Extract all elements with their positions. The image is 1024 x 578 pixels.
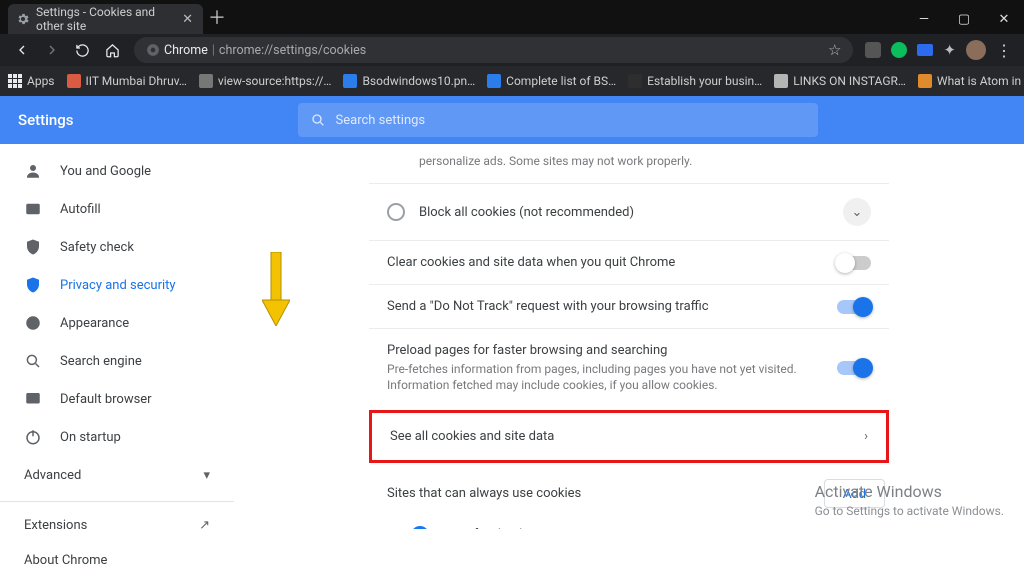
facebook-icon: f <box>411 526 429 529</box>
profile-avatar[interactable] <box>966 40 986 60</box>
close-window-button[interactable]: ✕ <box>984 4 1024 34</box>
settings-content[interactable]: personalize ads. Some sites may not work… <box>234 144 1024 529</box>
sidebar-item-search-engine[interactable]: Search engine <box>0 342 234 380</box>
chevron-down-icon: ⌄ <box>852 205 863 220</box>
omnibox-path: chrome://settings/cookies <box>219 43 366 58</box>
power-icon <box>24 428 42 446</box>
sidebar-item-appearance[interactable]: Appearance <box>0 304 234 342</box>
shield-icon <box>24 276 42 294</box>
extension-icon[interactable] <box>891 42 907 58</box>
bookmark-item[interactable]: LINKS ON INSTAGR… <box>774 74 906 88</box>
bookmark-item[interactable]: Establish your busin… <box>628 74 762 88</box>
windows-watermark: Activate Windows Go to Settings to activ… <box>815 481 1004 519</box>
favicon-icon <box>343 74 357 88</box>
option-subtitle: personalize ads. Some sites may not work… <box>419 153 871 169</box>
sidebar-about-chrome[interactable]: About Chrome <box>0 543 234 578</box>
home-button[interactable] <box>98 36 126 64</box>
settings-sidebar: You and Google Autofill Safety check Pri… <box>0 144 234 529</box>
reload-button[interactable] <box>68 36 96 64</box>
sidebar-item-privacy-security[interactable]: Privacy and security <box>0 266 234 304</box>
close-icon[interactable]: ✕ <box>182 13 193 26</box>
bookmark-item[interactable]: Bsodwindows10.pn… <box>343 74 475 88</box>
kebab-menu-icon[interactable]: ⋮ <box>996 41 1012 60</box>
preload-pages-row[interactable]: Preload pages for faster browsing and se… <box>369 329 889 407</box>
search-icon <box>310 112 326 128</box>
sidebar-extensions[interactable]: Extensions ↗ <box>0 508 234 543</box>
gear-icon <box>16 12 30 26</box>
browser-tab[interactable]: Settings - Cookies and other site ✕ <box>8 4 203 34</box>
sidebar-item-default-browser[interactable]: Default browser <box>0 380 234 418</box>
favicon-icon <box>199 74 213 88</box>
sidebar-item-you-and-google[interactable]: You and Google <box>0 152 234 190</box>
palette-icon <box>24 314 42 332</box>
favicon-icon <box>67 74 81 88</box>
favicon-icon <box>918 74 932 88</box>
see-all-cookies-link[interactable]: See all cookies and site data › <box>369 410 889 463</box>
chrome-icon <box>146 43 160 57</box>
bookmarks-bar: Apps IIT Mumbai Dhruv… view-source:https… <box>0 66 1024 96</box>
radio-icon[interactable] <box>387 203 405 221</box>
favicon-icon <box>774 74 788 88</box>
favicon-icon <box>487 74 501 88</box>
toggle-switch[interactable] <box>837 361 871 375</box>
minimize-button[interactable]: — <box>904 4 944 34</box>
sidebar-item-autofill[interactable]: Autofill <box>0 190 234 228</box>
toggle-switch[interactable] <box>837 256 871 270</box>
maximize-button[interactable]: ▢ <box>944 4 984 34</box>
page-title: Settings <box>18 111 74 129</box>
extension-icon[interactable] <box>865 42 881 58</box>
sidebar-item-safety-check[interactable]: Safety check <box>0 228 234 266</box>
divider <box>0 501 234 502</box>
allow-sites-section: Sites that can always use cookies Add <box>369 465 889 516</box>
clear-on-quit-row[interactable]: Clear cookies and site data when you qui… <box>369 241 889 285</box>
browser-icon <box>24 390 42 408</box>
sidebar-advanced[interactable]: Advanced ▾ <box>0 456 234 495</box>
apps-shortcut[interactable]: Apps <box>8 74 55 88</box>
sidebar-item-on-startup[interactable]: On startup <box>0 418 234 456</box>
favicon-icon <box>628 74 642 88</box>
settings-appbar: Settings Search settings <box>0 96 1024 144</box>
extensions-menu-icon[interactable]: ✦ <box>943 41 956 59</box>
person-icon <box>24 162 42 180</box>
block-all-cookies-option[interactable]: Block all cookies (not recommended) ⌄ <box>369 184 889 241</box>
settings-search[interactable]: Search settings <box>298 103 818 137</box>
back-button[interactable] <box>8 36 36 64</box>
omnibox[interactable]: Chrome | chrome://settings/cookies ☆ <box>134 37 853 63</box>
expand-button[interactable]: ⌄ <box>843 198 871 226</box>
bookmark-item[interactable]: What is Atom in W… <box>918 74 1024 88</box>
search-icon <box>24 352 42 370</box>
open-external-icon: ↗ <box>199 518 210 533</box>
search-placeholder: Search settings <box>336 113 426 128</box>
omnibox-origin: Chrome <box>164 43 208 58</box>
extension-icon[interactable] <box>917 44 933 56</box>
browser-toolbar: Chrome | chrome://settings/cookies ☆ ✦ ⋮ <box>0 34 1024 66</box>
do-not-track-row[interactable]: Send a "Do Not Track" request with your … <box>369 285 889 329</box>
bookmark-item[interactable]: view-source:https://… <box>199 74 332 88</box>
titlebar: Settings - Cookies and other site ✕ ＋ — … <box>0 0 1024 34</box>
toggle-switch[interactable] <box>837 300 871 314</box>
bookmark-item[interactable]: IIT Mumbai Dhruv… <box>67 74 187 88</box>
chevron-down-icon: ▾ <box>203 468 210 483</box>
forward-button[interactable] <box>38 36 66 64</box>
shield-check-icon <box>24 238 42 256</box>
star-icon[interactable]: ☆ <box>828 41 841 59</box>
chevron-right-icon: › <box>864 429 868 444</box>
apps-icon <box>8 74 22 88</box>
window-controls: — ▢ ✕ <box>904 4 1024 34</box>
bookmark-item[interactable]: Complete list of BS… <box>487 74 616 88</box>
tab-title: Settings - Cookies and other site <box>36 5 172 33</box>
autofill-icon <box>24 200 42 218</box>
new-tab-button[interactable]: ＋ <box>203 4 231 34</box>
allowed-site-row[interactable]: f www.facebook.com ⋮ <box>369 516 889 529</box>
